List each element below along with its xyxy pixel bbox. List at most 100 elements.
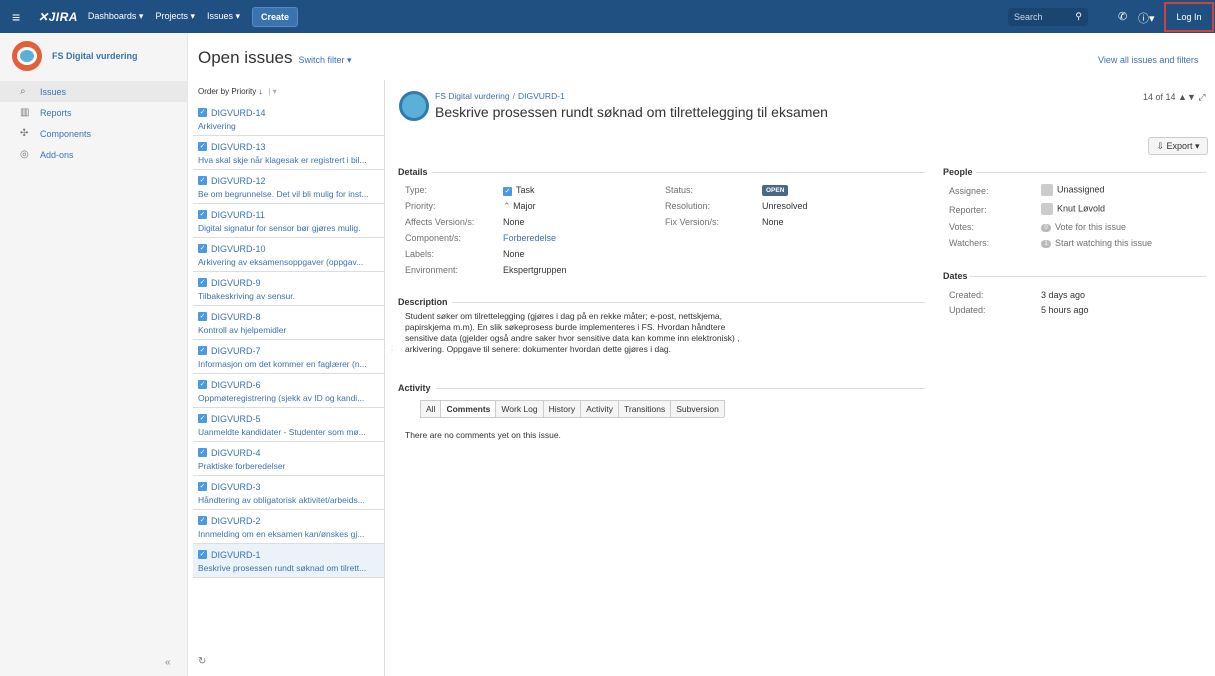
list-item[interactable]: ✓ DIGVURD-4 Praktiske forberedelser <box>193 442 384 476</box>
order-by-control[interactable]: Order by Priority ↓ | ▾ <box>193 80 384 102</box>
issue-key: DIGVURD-9 <box>211 277 261 288</box>
component-link[interactable]: Forberedelse <box>503 233 556 243</box>
reporter-value[interactable]: Knut Løvold <box>1041 203 1105 215</box>
issue-key: DIGVURD-10 <box>211 243 266 254</box>
issue-pager: 14 of 14 ▲▼ ⤢ <box>1143 92 1206 102</box>
switch-filter-link[interactable]: Switch filter ▾ <box>299 55 352 66</box>
issue-key: DIGVURD-13 <box>211 141 266 152</box>
collapse-sidebar-icon[interactable]: « <box>165 657 171 668</box>
jira-x-icon: ✕ <box>38 9 49 24</box>
list-item[interactable]: ✓ DIGVURD-10 Arkivering av eksamensoppgave… <box>193 238 384 272</box>
description-text: Student søker om tilrettelegging (gjøres… <box>405 311 740 354</box>
project-name: FS Digital vurdering <box>52 51 138 61</box>
issue-summary: Håndtering av obligatorisk aktivitet/arb… <box>198 495 365 505</box>
tab-work-log[interactable]: Work Log <box>495 400 544 417</box>
assignee-value: Unassigned <box>1041 184 1105 196</box>
issue-key: DIGVURD-7 <box>211 345 261 356</box>
description-heading: Description <box>398 297 448 307</box>
login-button[interactable]: Log In <box>1164 2 1214 32</box>
vote-link[interactable]: 0 Vote for this issue <box>1041 222 1126 232</box>
issue-summary: Arkivering av eksamensoppgaver (oppgav..… <box>198 257 364 267</box>
breadcrumb-issue-key[interactable]: DIGVURD-1 <box>518 91 565 101</box>
list-item[interactable]: ✓ DIGVURD-12 Be om begrunnelse. Det vil bl… <box>193 170 384 204</box>
page-title: Open issues <box>198 48 293 67</box>
task-icon: ✓ <box>198 516 207 525</box>
project-header[interactable]: FS Digital vurdering <box>0 33 187 79</box>
sidebar-item-addons[interactable]: ◎ Add-ons <box>0 144 187 165</box>
tab-transitions[interactable]: Transitions <box>618 400 672 417</box>
components-icon: ✣ <box>20 128 29 139</box>
chevron-down-icon[interactable]: | ▾ <box>268 87 276 96</box>
issue-title: Beskrive prosessen rundt søknad om tilre… <box>435 104 828 120</box>
issue-summary: Praktiske forberedelser <box>198 461 286 471</box>
tab-comments[interactable]: Comments <box>440 400 497 417</box>
page-header: Open issues Switch filter ▾ <box>198 48 352 68</box>
pager-arrows-icon[interactable]: ▲▼ <box>1178 92 1196 102</box>
list-item[interactable]: ✓ DIGVURD-11 Digital signatur for sensor b… <box>193 204 384 238</box>
refresh-icon[interactable]: ↻ <box>198 656 206 667</box>
export-button[interactable]: ⇩ Export ▾ <box>1148 137 1208 155</box>
priority-major-icon: ⌃ <box>503 201 511 211</box>
export-icon: ⇩ <box>1156 140 1164 151</box>
view-all-issues-link[interactable]: View all issues and filters <box>1098 55 1198 65</box>
breadcrumb: FS Digital vurdering / DIGVURD-1 <box>435 91 565 101</box>
task-icon: ✓ <box>198 176 207 185</box>
search-input[interactable]: Search ⚲ <box>1008 8 1088 26</box>
breadcrumb-project[interactable]: FS Digital vurdering <box>435 91 510 101</box>
fix-version-value: None <box>762 217 784 227</box>
user-avatar-icon <box>1041 184 1053 196</box>
task-icon: ✓ <box>198 312 207 321</box>
issue-summary: Digital signatur for sensor bør gjøres m… <box>198 223 361 233</box>
issue-key: DIGVURD-8 <box>211 311 261 322</box>
list-item[interactable]: ✓ DIGVURD-5 Uanmeldte kandidater - Student… <box>193 408 384 442</box>
sidebar-item-reports[interactable]: ▥ Reports <box>0 102 187 123</box>
sidebar-item-components[interactable]: ✣ Components <box>0 123 187 144</box>
list-item[interactable]: ✓ DIGVURD-6 Oppmøteregistrering (sjekk av … <box>193 374 384 408</box>
project-avatar-small <box>399 91 429 121</box>
nav-issues[interactable]: Issues ▾ <box>207 11 240 22</box>
feedback-icon[interactable]: ✆ <box>1118 10 1127 23</box>
tab-subversion[interactable]: Subversion <box>670 400 725 417</box>
expand-icon[interactable]: ⤢ <box>1198 92 1205 102</box>
watcher-count-badge: 1 <box>1041 239 1051 248</box>
list-item[interactable]: ✓ DIGVURD-8 Kontroll av hjelpemidler <box>193 306 384 340</box>
tab-history[interactable]: History <box>542 400 582 417</box>
resize-handle[interactable]: ⋮ <box>388 345 396 354</box>
task-icon: ✓ <box>198 380 207 389</box>
tab-activity[interactable]: Activity <box>580 400 619 417</box>
tab-all[interactable]: All <box>420 400 442 417</box>
project-sidebar: FS Digital vurdering ⌕ Issues ▥ Reports ✣ C… <box>0 33 188 676</box>
watch-link[interactable]: 1 Start watching this issue <box>1041 238 1152 248</box>
task-icon: ✓ <box>198 346 207 355</box>
issue-summary: Kontroll av hjelpemidler <box>198 325 287 335</box>
list-item[interactable]: ✓ DIGVURD-3 Håndtering av obligatorisk akt… <box>193 476 384 510</box>
reporter-avatar <box>1041 203 1053 215</box>
issue-summary: Informasjon om det kommer en faglærer (n… <box>198 359 367 369</box>
task-icon: ✓ <box>198 550 207 559</box>
activity-heading: Activity <box>398 383 431 393</box>
create-button[interactable]: Create <box>252 6 299 27</box>
nav-dashboards[interactable]: Dashboards ▾ <box>88 11 144 22</box>
sidebar-item-issues[interactable]: ⌕ Issues <box>0 81 187 102</box>
issue-summary: Beskrive prosessen rundt søknad om tilre… <box>198 563 367 573</box>
list-item[interactable]: ✓ DIGVURD-7 Informasjon om det kommer en f… <box>193 340 384 374</box>
issues-icon: ⌕ <box>20 86 26 97</box>
updated-value: 5 hours ago <box>1041 305 1089 315</box>
list-item[interactable]: ✓ DIGVURD-13 Hva skal skje når klagesak er… <box>193 136 384 170</box>
issue-summary: Be om begrunnelse. Det vil bli mulig for… <box>198 189 369 199</box>
jira-logo[interactable]: ✕JIRA <box>38 10 78 24</box>
app-switcher-icon[interactable]: ≡ <box>12 9 28 25</box>
list-item[interactable]: ✓ DIGVURD-2 Innmelding om en eksamen kan/ø… <box>193 510 384 544</box>
task-icon: ✓ <box>198 414 207 423</box>
labels-value: None <box>503 249 525 259</box>
list-item[interactable]: ✓ DIGVURD-14 Arkivering <box>193 102 384 136</box>
issue-summary: Tilbakeskriving av sensur. <box>198 291 296 301</box>
task-icon: ✓ <box>198 210 207 219</box>
list-item[interactable]: ✓ DIGVURD-1 Beskrive prosessen rundt søkna… <box>193 544 384 578</box>
people-heading: People <box>943 167 973 177</box>
help-icon[interactable]: ⓘ▾ <box>1138 10 1155 26</box>
issue-key: DIGVURD-14 <box>211 107 266 118</box>
issue-key: DIGVURD-2 <box>211 515 261 526</box>
nav-projects[interactable]: Projects ▾ <box>155 11 195 22</box>
list-item[interactable]: ✓ DIGVURD-9 Tilbakeskriving av sensur. <box>193 272 384 306</box>
